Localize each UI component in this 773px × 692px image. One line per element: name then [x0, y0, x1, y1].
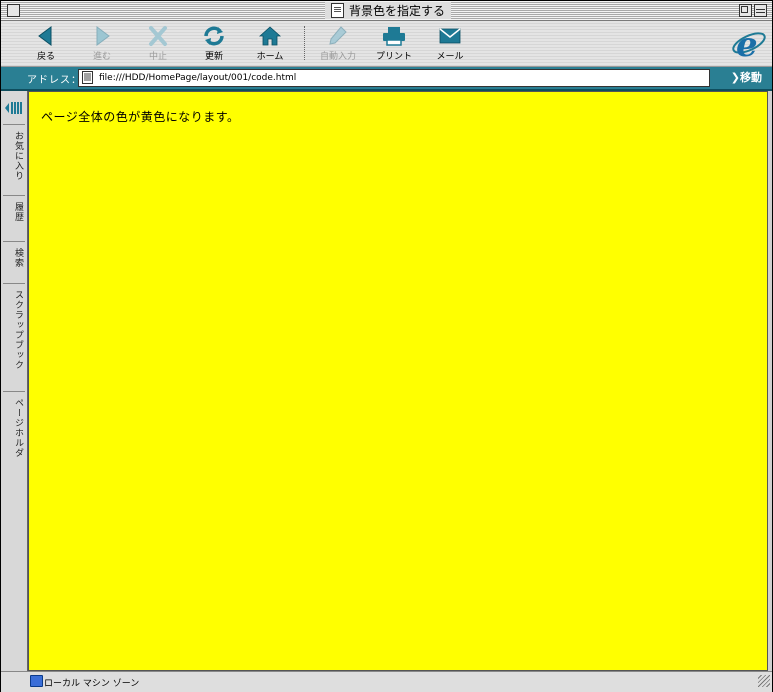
status-bar: ローカル マシン ゾーン [1, 671, 772, 692]
refresh-button[interactable]: 更新 [188, 23, 240, 63]
address-input[interactable] [99, 71, 699, 85]
stop-x-icon [149, 26, 167, 46]
page-text: ページ全体の色が黄色になります。 [41, 110, 240, 124]
forward-button[interactable]: 進む [76, 23, 128, 63]
printer-icon [383, 27, 405, 46]
explorer-bar-tabs: お気に入り 履歴 検索 スクラップブック ページホルダ [1, 91, 28, 671]
document-icon [331, 3, 344, 18]
tab-favorites[interactable]: お気に入り [3, 124, 25, 189]
back-label: 戻る [36, 52, 55, 62]
toolbar: 戻る 進む 中止 更新 ホーム 自動入力 プリント メール e [1, 21, 772, 67]
page-icon [82, 71, 93, 84]
close-box[interactable] [7, 4, 20, 17]
address-bar: アドレス： ❯移動 [1, 67, 772, 91]
content-edge [768, 91, 772, 671]
resize-grip[interactable] [758, 675, 770, 687]
home-button[interactable]: ホーム [244, 23, 296, 63]
zoom-box[interactable] [739, 4, 752, 17]
autofill-pen-icon [329, 26, 347, 45]
tab-history[interactable]: 履歴 [3, 195, 25, 238]
home-icon [258, 26, 282, 46]
window-title-wrap: 背景色を指定する [325, 2, 452, 19]
tab-scrapbook[interactable]: スクラップブック [3, 283, 25, 386]
title-bar[interactable]: 背景色を指定する [1, 1, 772, 21]
stop-label: 中止 [148, 52, 167, 62]
home-label: ホーム [256, 52, 284, 62]
refresh-label: 更新 [204, 52, 223, 62]
svg-text:e: e [736, 25, 758, 61]
go-label: 移動 [740, 71, 762, 84]
back-arrow-icon [38, 26, 52, 46]
mail-label: メール [436, 52, 464, 62]
collapse-box[interactable] [754, 4, 767, 17]
back-button[interactable]: 戻る [20, 23, 72, 63]
mail-envelope-icon [439, 28, 461, 44]
autofill-label: 自動入力 [319, 52, 356, 62]
refresh-icon [204, 26, 224, 46]
explorer-bar-toggle-icon[interactable] [4, 101, 22, 115]
forward-arrow-icon [96, 26, 110, 46]
autofill-button[interactable]: 自動入力 [312, 23, 364, 63]
tab-search[interactable]: 検索 [3, 241, 25, 288]
status-zone-text: ローカル マシン ゾーン [44, 679, 140, 689]
window-title: 背景色を指定する [349, 4, 446, 18]
mail-button[interactable]: メール [424, 23, 476, 63]
ie-logo-icon[interactable]: e [730, 23, 768, 61]
address-field[interactable] [78, 69, 710, 87]
page-content: ページ全体の色が黄色になります。 [28, 91, 768, 671]
go-arrow-icon: ❯ [730, 71, 740, 84]
stop-button[interactable]: 中止 [132, 23, 184, 63]
go-button[interactable]: ❯移動 [731, 69, 762, 85]
print-label: プリント [375, 52, 412, 62]
address-label: アドレス： [27, 75, 82, 86]
toolbar-separator [304, 26, 305, 60]
browser-window: 背景色を指定する 戻る 進む 中止 更新 ホーム 自動入力 プリント メール e… [0, 0, 773, 692]
local-zone-icon [30, 675, 43, 687]
tab-page-holder[interactable]: ページホルダ [3, 391, 25, 473]
forward-label: 進む [92, 52, 111, 62]
print-button[interactable]: プリント [368, 23, 420, 63]
